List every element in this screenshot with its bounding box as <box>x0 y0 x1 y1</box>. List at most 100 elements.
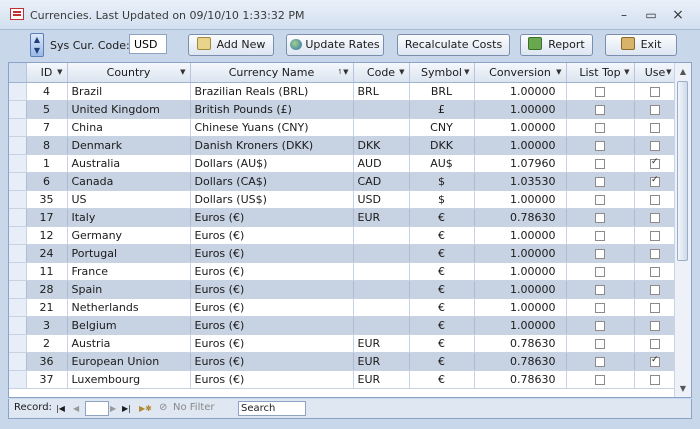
table-row[interactable]: 24 Portugal Euros (€) €1.00000 <box>9 244 677 263</box>
table-row[interactable]: 2 Austria Euros (€) EUR €0.78630 <box>9 334 677 353</box>
cell-code[interactable]: EUR <box>353 352 410 371</box>
use-checkbox[interactable] <box>650 267 660 277</box>
use-checkbox[interactable] <box>650 175 660 187</box>
row-selector[interactable] <box>9 244 27 263</box>
cell-id[interactable]: 24 <box>26 244 68 263</box>
table-row[interactable]: 36 European Union Euros (€) EUR €0.78630 <box>9 352 677 371</box>
cell-currency-name[interactable]: Euros (€) <box>190 334 354 353</box>
minimize-button[interactable]: – <box>614 6 634 24</box>
cell-conversion[interactable]: 1.07960 <box>474 154 567 173</box>
list-top-checkbox[interactable] <box>595 285 605 295</box>
cell-country[interactable]: US <box>67 190 191 209</box>
table-row[interactable]: 35 US Dollars (US$) USD $1.00000 <box>9 190 677 209</box>
cell-conversion[interactable]: 1.00000 <box>474 118 567 137</box>
table-row[interactable]: 4 Brazil Brazilian Reals (BRL) BRL BRL 1.0000… <box>9 82 677 101</box>
row-selector[interactable] <box>9 100 27 119</box>
row-selector[interactable] <box>9 298 27 317</box>
use-checkbox[interactable] <box>650 321 660 331</box>
row-selector[interactable] <box>9 154 27 173</box>
cell-code[interactable]: EUR <box>353 334 410 353</box>
cell-conversion[interactable]: 1.00000 <box>474 280 567 299</box>
cell-id[interactable]: 4 <box>26 82 68 101</box>
cell-country[interactable]: Spain <box>67 280 191 299</box>
cell-country[interactable]: Luxembourg <box>67 370 191 389</box>
use-checkbox[interactable] <box>650 285 660 295</box>
cell-id[interactable]: 12 <box>26 226 68 245</box>
row-selector[interactable] <box>9 262 27 281</box>
current-record-input[interactable] <box>85 401 109 416</box>
cell-code[interactable]: EUR <box>353 208 410 227</box>
row-selector[interactable] <box>9 316 27 335</box>
cell-currency-name[interactable]: Euros (€) <box>190 262 354 281</box>
cell-currency-name[interactable]: Euros (€) <box>190 244 354 263</box>
row-selector[interactable] <box>9 370 27 389</box>
use-checkbox[interactable] <box>650 339 660 349</box>
cell-code[interactable] <box>353 118 410 137</box>
new-record-icon[interactable]: ▶✱ <box>139 404 152 413</box>
cell-code[interactable]: CAD <box>353 172 410 191</box>
row-selector[interactable] <box>9 352 27 371</box>
cell-currency-name[interactable]: Euros (€) <box>190 280 354 299</box>
cell-code[interactable]: BRL <box>353 82 410 101</box>
cell-code[interactable] <box>353 262 410 281</box>
cell-symbol[interactable]: $ <box>409 172 475 191</box>
select-all-corner[interactable] <box>9 63 27 83</box>
table-row[interactable]: 6 Canada Dollars (CA$) CAD $1.03530 <box>9 172 677 191</box>
table-row[interactable]: 11 France Euros (€) €1.00000 <box>9 262 677 281</box>
cell-conversion[interactable]: 1.00000 <box>474 100 567 119</box>
cell-symbol[interactable]: € <box>409 298 475 317</box>
table-row[interactable]: 5 United Kingdom British Pounds (£) £1.0000… <box>9 100 677 119</box>
cell-code[interactable] <box>353 244 410 263</box>
row-selector[interactable] <box>9 118 27 137</box>
cell-country[interactable]: Germany <box>67 226 191 245</box>
cell-country[interactable]: Portugal <box>67 244 191 263</box>
use-checkbox[interactable] <box>650 249 660 259</box>
cell-symbol[interactable]: € <box>409 370 475 389</box>
use-checkbox[interactable] <box>650 105 660 115</box>
column-header-id[interactable]: ID ▼ <box>26 63 68 83</box>
first-record-icon[interactable]: |◀ <box>56 404 65 413</box>
cell-country[interactable]: Italy <box>67 208 191 227</box>
cell-symbol[interactable]: € <box>409 208 475 227</box>
cell-conversion[interactable]: 1.00000 <box>474 244 567 263</box>
cell-conversion[interactable]: 1.00000 <box>474 262 567 281</box>
recalculate-costs-button[interactable]: Recalculate Costs <box>397 34 510 56</box>
cell-currency-name[interactable]: Dollars (AU$) <box>190 154 354 173</box>
use-checkbox[interactable] <box>650 141 660 151</box>
vertical-scrollbar[interactable]: ▲ ▼ <box>674 63 691 397</box>
cell-symbol[interactable]: DKK <box>409 136 475 155</box>
use-checkbox[interactable] <box>650 87 660 97</box>
cell-symbol[interactable]: CNY <box>409 118 475 137</box>
cell-country[interactable]: United Kingdom <box>67 100 191 119</box>
row-selector[interactable] <box>9 280 27 299</box>
list-top-checkbox[interactable] <box>595 105 605 115</box>
column-header-symbol[interactable]: Symbol ▼ <box>409 63 475 83</box>
cell-country[interactable]: Brazil <box>67 82 191 101</box>
cell-country[interactable]: Austria <box>67 334 191 353</box>
cell-conversion[interactable]: 0.78630 <box>474 208 567 227</box>
column-header-use[interactable]: Use ▼ <box>634 63 677 83</box>
use-checkbox[interactable] <box>650 375 660 385</box>
list-top-checkbox[interactable] <box>595 231 605 241</box>
cell-conversion[interactable]: 0.78630 <box>474 334 567 353</box>
maximize-button[interactable]: ▭ <box>641 6 661 24</box>
cell-id[interactable]: 6 <box>26 172 68 191</box>
cell-conversion[interactable]: 1.00000 <box>474 136 567 155</box>
cell-id[interactable]: 2 <box>26 334 68 353</box>
cell-currency-name[interactable]: Euros (€) <box>190 370 354 389</box>
use-checkbox[interactable] <box>650 213 660 223</box>
cell-id[interactable]: 28 <box>26 280 68 299</box>
scroll-thumb[interactable] <box>677 81 688 261</box>
cell-currency-name[interactable]: Danish Kroners (DKK) <box>190 136 354 155</box>
row-selector[interactable] <box>9 172 27 191</box>
list-top-checkbox[interactable] <box>595 195 605 205</box>
cell-code[interactable]: USD <box>353 190 410 209</box>
column-header-country[interactable]: Country ▼ <box>67 63 191 83</box>
table-row[interactable]: 21 Netherlands Euros (€) €1.00000 <box>9 298 677 317</box>
list-top-checkbox[interactable] <box>595 87 605 97</box>
table-row[interactable]: 7 China Chinese Yuans (CNY) CNY 1.00000 <box>9 118 677 137</box>
cell-conversion[interactable]: 1.00000 <box>474 298 567 317</box>
use-checkbox[interactable] <box>650 355 660 367</box>
row-selector[interactable] <box>9 226 27 245</box>
cell-conversion[interactable]: 0.78630 <box>474 370 567 389</box>
